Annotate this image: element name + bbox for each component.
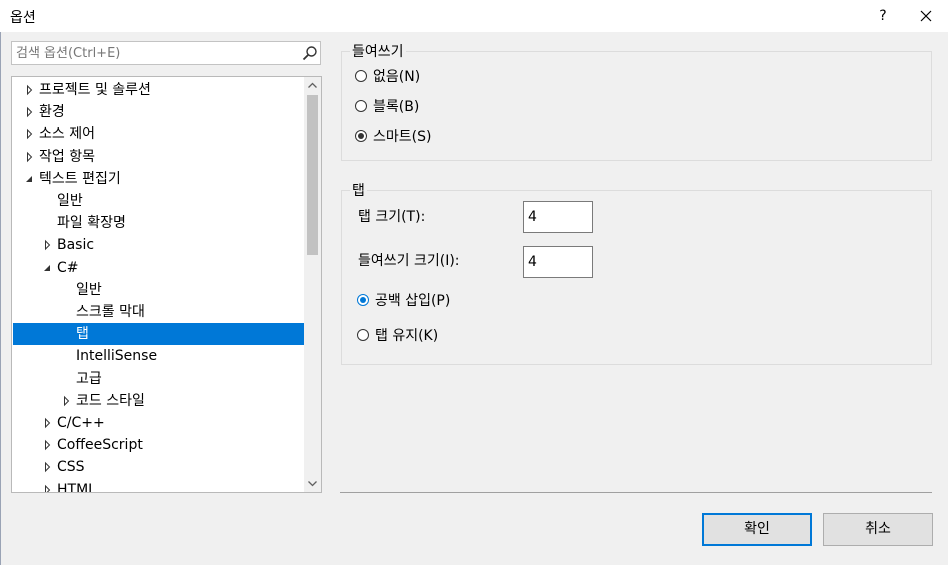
tree-item-label: 작업 항목 (39, 149, 95, 165)
tree-item-label: C/C++ (57, 415, 105, 431)
tree-item[interactable]: 파일 확장명 (13, 212, 304, 234)
tree-item[interactable]: 스크롤 막대 (13, 301, 304, 323)
tree-item-label: Basic (57, 237, 95, 253)
tree-item[interactable]: 탭 (13, 323, 304, 345)
chevron-right-icon[interactable] (43, 456, 53, 478)
window-edge (0, 32, 1, 565)
indent-size-label: 들여쓰기 크기(I): (358, 253, 460, 269)
radio-circle (355, 70, 367, 82)
tree-item-label: C# (57, 260, 79, 276)
chevron-right-icon[interactable] (43, 479, 53, 493)
tree-item-label: 소스 제어 (39, 126, 95, 142)
search-box[interactable] (11, 41, 321, 65)
divider (340, 492, 932, 493)
radio-dot (360, 297, 366, 303)
search-icon[interactable] (302, 45, 318, 61)
tab-size-input[interactable] (523, 201, 593, 233)
chevron-right-icon[interactable] (25, 146, 35, 168)
chevron-right-icon[interactable] (25, 123, 35, 145)
tree-item-label: CoffeeScript (57, 437, 143, 453)
cancel-button[interactable]: 취소 (823, 513, 933, 546)
radio-label: 탭 유지(K) (375, 328, 439, 344)
tree-item[interactable]: 일반 (13, 190, 304, 212)
radio-label: 없음(N) (373, 69, 421, 85)
radio-label: 블록(B) (373, 99, 420, 115)
tree-item-label: IntelliSense (76, 348, 158, 364)
help-button[interactable]: ? (872, 4, 894, 28)
chevron-right-icon[interactable] (43, 234, 53, 256)
tab-group: 탭 탭 크기(T): 들여쓰기 크기(I): 공백 삽입(P) 탭 유지(K) (341, 180, 932, 365)
tree-item[interactable]: 소스 제어 (13, 123, 304, 145)
tree-item-label: CSS (57, 459, 85, 475)
tree-item-label: 환경 (39, 104, 65, 120)
radio-dot (358, 133, 364, 139)
tree-item[interactable]: 일반 (13, 279, 304, 301)
tree-item-label: HTML (57, 482, 96, 493)
tree-item[interactable]: HTML (13, 479, 304, 493)
tree-item[interactable]: CoffeeScript (13, 434, 304, 456)
search-input[interactable] (16, 44, 286, 62)
tree-item-label: 스크롤 막대 (76, 304, 145, 320)
scroll-down-icon[interactable] (304, 475, 321, 492)
tree-item-label: 일반 (76, 282, 102, 298)
radio-circle (355, 130, 367, 142)
chevron-right-icon[interactable] (25, 79, 35, 101)
chevron-right-icon[interactable] (25, 101, 35, 123)
chevron-right-icon[interactable] (62, 390, 72, 412)
radio-circle (357, 329, 369, 341)
expanded-arrow-icon[interactable] (25, 168, 35, 190)
chevron-right-icon[interactable] (43, 434, 53, 456)
tree-item[interactable]: CSS (13, 456, 304, 478)
tree-item[interactable]: 프로젝트 및 솔루션 (13, 79, 304, 101)
tree-item[interactable]: 환경 (13, 101, 304, 123)
indent-size-input[interactable] (523, 246, 593, 278)
radio-label: 공백 삽입(P) (375, 293, 451, 309)
tree-item-label: 탭 (76, 326, 89, 342)
radio-circle (355, 100, 367, 112)
tree-item[interactable]: 고급 (13, 368, 304, 390)
close-button[interactable] (914, 4, 938, 28)
options-tree[interactable]: 프로젝트 및 솔루션 환경 소스 제어 작업 항목 텍스트 편집기 일반 파일 확장명 Bas… (11, 76, 322, 493)
expanded-arrow-icon[interactable] (43, 257, 53, 279)
tab-size-label: 탭 크기(T): (358, 209, 426, 225)
tab-group-title: 탭 (350, 180, 367, 200)
tree-item-label: 코드 스타일 (76, 393, 145, 409)
tree-item-label: 텍스트 편집기 (39, 171, 121, 187)
radio-label: 스마트(S) (373, 129, 432, 145)
tree-item-label: 파일 확장명 (57, 215, 126, 231)
tree-item[interactable]: Basic (13, 234, 304, 256)
indent-group: 들여쓰기 없음(N) 블록(B) 스마트(S) (341, 41, 932, 161)
window-title: 옵션 (10, 10, 36, 26)
tree-item[interactable]: 작업 항목 (13, 146, 304, 168)
tree-item-label: 일반 (57, 193, 83, 209)
title-bar: 옵션 ? (0, 0, 948, 32)
tree-item-label: 고급 (76, 371, 102, 387)
tree-item[interactable]: 코드 스타일 (13, 390, 304, 412)
indent-group-title: 들여쓰기 (350, 41, 406, 61)
close-icon (920, 10, 932, 22)
tree-item-label: 프로젝트 및 솔루션 (39, 82, 151, 98)
ok-button[interactable]: 확인 (702, 513, 812, 546)
tree-item[interactable]: C/C++ (13, 412, 304, 434)
tree-item[interactable]: IntelliSense (13, 345, 304, 367)
scroll-up-icon[interactable] (304, 77, 321, 94)
tree-scrollbar[interactable] (304, 77, 321, 492)
radio-circle (357, 294, 369, 306)
tree-item[interactable]: 텍스트 편집기 (13, 168, 304, 190)
chevron-right-icon[interactable] (43, 412, 53, 434)
scrollbar-thumb[interactable] (307, 95, 318, 255)
tree-item[interactable]: C# (13, 257, 304, 279)
